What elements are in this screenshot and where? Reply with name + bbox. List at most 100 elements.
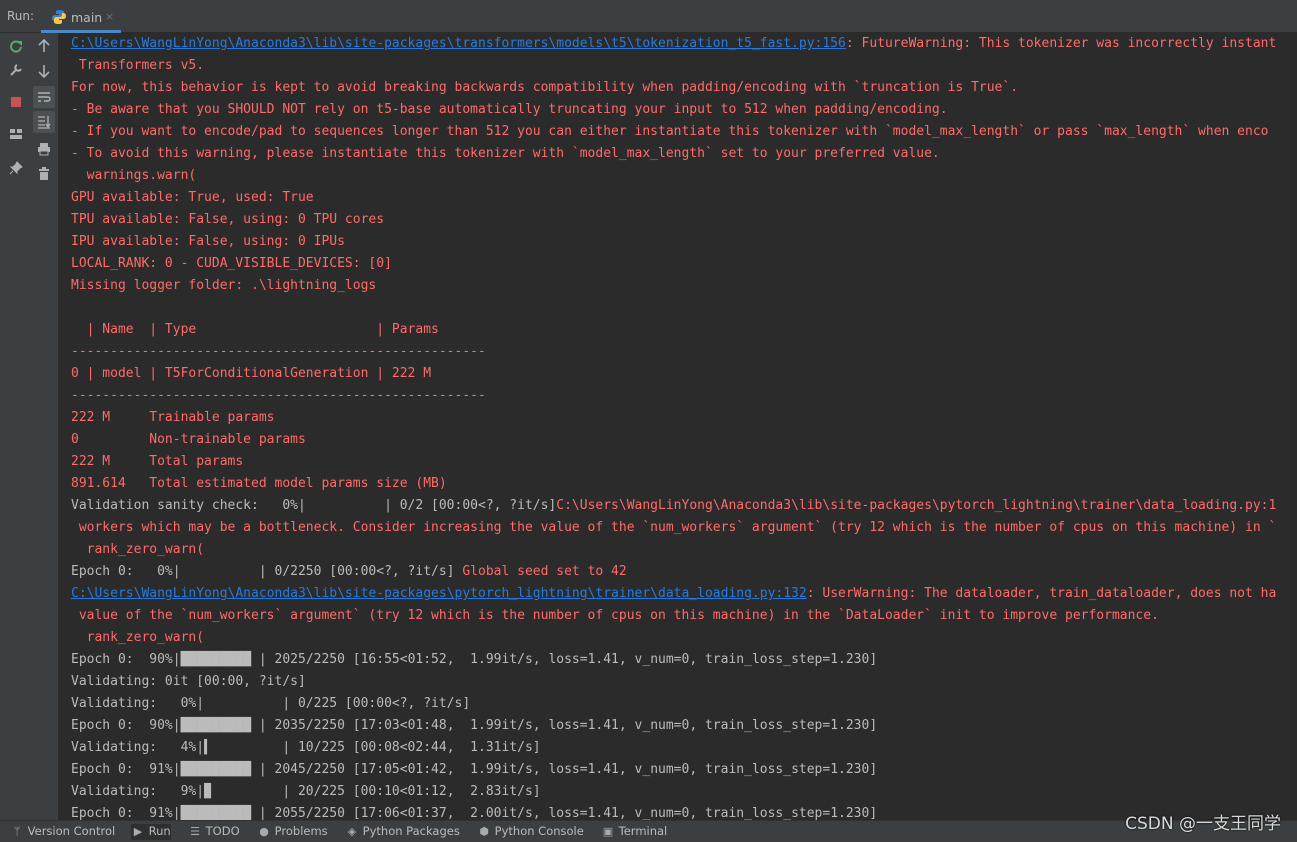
- console-text: For now, this behavior is kept to avoid …: [71, 80, 1019, 95]
- console-line: rank_zero_warn(: [71, 627, 204, 649]
- console-text: Validating: 0%| | 0/225 [00:00<?, ?it/s]: [71, 696, 471, 711]
- console-line: For now, this behavior is kept to avoid …: [71, 77, 1018, 99]
- console-line: warnings.warn(: [71, 165, 197, 187]
- layout-icon[interactable]: [5, 123, 27, 145]
- run-toolbar-secondary: [31, 33, 58, 820]
- python-file-icon: [51, 9, 67, 29]
- console-text: Validating: 0it [00:00, ?it/s]: [71, 674, 306, 689]
- run-label: Run:: [7, 9, 35, 23]
- console-text: | 2035/2250 [17:03<01:48, 1.99it/s, loss…: [251, 718, 878, 733]
- console-line: Validating: 4%|▍ | 10/225 [00:08<02:44, …: [71, 737, 541, 759]
- console-line: ----------------------------------------…: [71, 341, 486, 363]
- problems-icon: ●: [259, 825, 269, 838]
- progress-bar: █████████: [180, 806, 252, 820]
- console-line: Missing logger folder: .\lightning_logs: [71, 275, 376, 297]
- console-text: rank_zero_warn(: [71, 542, 205, 557]
- console-text: Epoch 0: 90%|: [71, 652, 181, 667]
- file-link[interactable]: C:\Users\WangLinYong\Anaconda3\lib\site-…: [71, 586, 807, 601]
- arrow-up-icon[interactable]: [33, 35, 55, 57]
- console-text: Epoch 0: 91%|: [71, 762, 181, 777]
- run-icon: ▶: [133, 825, 143, 838]
- console-output[interactable]: C:\Users\WangLinYong\Anaconda3\lib\site-…: [59, 33, 1297, 820]
- packages-icon: ◈: [347, 825, 357, 838]
- terminal-icon: ▣: [602, 825, 614, 838]
- run-tool-window-header: Run: main ×: [0, 0, 1297, 33]
- pin-icon[interactable]: [5, 157, 27, 179]
- stop-icon[interactable]: [5, 91, 27, 113]
- console-line: - To avoid this warning, please instanti…: [71, 143, 940, 165]
- toolwindow-label: Problems: [271, 824, 328, 838]
- print-icon[interactable]: [33, 138, 55, 160]
- toolwindow-python-console[interactable]: ⬢ Python Console: [477, 824, 584, 840]
- close-icon[interactable]: ×: [105, 10, 114, 23]
- console-text: Global seed set to 42: [462, 564, 627, 579]
- toolwindow-label: Terminal: [615, 824, 668, 838]
- toolwindow-python-packages[interactable]: ◈ Python Packages: [345, 824, 460, 840]
- console-text: ----------------------------------------…: [71, 344, 486, 359]
- console-line: Validating: 0%| | 0/225 [00:00<?, ?it/s]: [71, 693, 470, 715]
- console-text: GPU available: True, used: True: [71, 190, 314, 205]
- console-line: 0 | model | T5ForConditionalGeneration |…: [71, 363, 431, 385]
- console-line: 222 M Total params: [71, 451, 243, 473]
- console-text: - Be aware that you SHOULD NOT rely on t…: [71, 102, 948, 117]
- console-text: ----------------------------------------…: [71, 388, 486, 403]
- console-text: | 2045/2250 [17:05<01:42, 1.99it/s, loss…: [251, 762, 878, 777]
- toolwindow-todo[interactable]: ☰ TODO: [188, 824, 240, 840]
- console-line: ----------------------------------------…: [71, 385, 486, 407]
- console-text: | 20/225 [00:10<01:12, 2.83it/s]: [211, 784, 541, 799]
- console-line: IPU available: False, using: 0 IPUs: [71, 231, 345, 253]
- console-line: value of the `num_workers` argument` (tr…: [71, 605, 1159, 627]
- toolwindow-terminal[interactable]: ▣ Terminal: [601, 824, 667, 840]
- console-line: workers which may be a bottleneck. Consi…: [71, 517, 1277, 539]
- console-text: Validation sanity check: 0%| | 0/2 [00:0…: [71, 498, 557, 513]
- branch-icon: ᛘ: [13, 825, 21, 838]
- arrow-down-icon[interactable]: [33, 60, 55, 82]
- console-line: Validating: 0it [00:00, ?it/s]: [71, 671, 306, 693]
- progress-bar: ▉: [204, 784, 212, 799]
- wrench-icon[interactable]: [5, 59, 27, 81]
- console-line: LOCAL_RANK: 0 - CUDA_VISIBLE_DEVICES: [0…: [71, 253, 392, 275]
- python-console-icon: ⬢: [479, 825, 489, 838]
- progress-bar: ▍: [204, 740, 212, 755]
- console-text: | Name | Type | Params: [71, 322, 439, 337]
- csdn-watermark: CSDN @一支王同学: [1125, 814, 1281, 834]
- console-line: | Name | Type | Params: [71, 319, 439, 341]
- console-text: 0 Non-trainable params: [71, 432, 306, 447]
- console-text: IPU available: False, using: 0 IPUs: [71, 234, 345, 249]
- run-toolbar-primary: [0, 33, 32, 820]
- soft-wrap-icon[interactable]: [33, 86, 55, 108]
- toolwindow-version-control[interactable]: ᛘ Version Control: [10, 824, 115, 840]
- console-line: GPU available: True, used: True: [71, 187, 314, 209]
- console-text: | 2055/2250 [17:06<01:37, 2.00it/s, loss…: [251, 806, 878, 820]
- console-text: - To avoid this warning, please instanti…: [71, 146, 940, 161]
- rerun-icon[interactable]: [5, 35, 27, 57]
- todo-icon: ☰: [190, 825, 200, 838]
- console-line: Epoch 0: 90%|█████████ | 2035/2250 [17:0…: [71, 715, 877, 737]
- console-text: Validating: 9%|: [71, 784, 205, 799]
- toolwindow-label: Version Control: [24, 824, 116, 838]
- console-text: 0 | model | T5ForConditionalGeneration |…: [71, 366, 432, 381]
- console-text: warnings.warn(: [71, 168, 197, 183]
- console-text: Transformers v5.: [71, 58, 205, 73]
- console-text: 891.614 Total estimated model params siz…: [71, 476, 447, 491]
- console-text: value of the `num_workers` argument` (tr…: [71, 608, 1159, 623]
- console-text: LOCAL_RANK: 0 - CUDA_VISIBLE_DEVICES: [0…: [71, 256, 392, 271]
- console-text: 222 M Trainable params: [71, 410, 275, 425]
- console-text: : UserWarning: The dataloader, train_dat…: [806, 586, 1277, 601]
- progress-bar: █████████: [180, 718, 252, 733]
- file-link[interactable]: C:\Users\WangLinYong\Anaconda3\lib\site-…: [71, 36, 846, 51]
- trash-icon[interactable]: [33, 163, 55, 185]
- console-text: : FutureWarning: This tokenizer was inco…: [845, 36, 1277, 51]
- console-text: C:\Users\WangLinYong\Anaconda3\lib\site-…: [556, 498, 1277, 513]
- console-text: workers which may be a bottleneck. Consi…: [71, 520, 1277, 535]
- toolwindow-label: Python Packages: [359, 824, 460, 838]
- console-line: Epoch 0: 90%|█████████ | 2025/2250 [16:5…: [71, 649, 877, 671]
- console-text: Epoch 0: 91%|: [71, 806, 181, 820]
- console-line: 0 Non-trainable params: [71, 429, 306, 451]
- tab-main-label: main: [71, 10, 103, 25]
- scroll-to-end-icon[interactable]: [33, 111, 55, 133]
- tab-main[interactable]: main ×: [41, 5, 121, 33]
- toolwindow-run[interactable]: ▶ Run: [131, 824, 171, 840]
- console-text: Epoch 0: 0%| | 0/2250 [00:00<?, ?it/s]: [71, 564, 463, 579]
- toolwindow-problems[interactable]: ● Problems: [257, 824, 328, 840]
